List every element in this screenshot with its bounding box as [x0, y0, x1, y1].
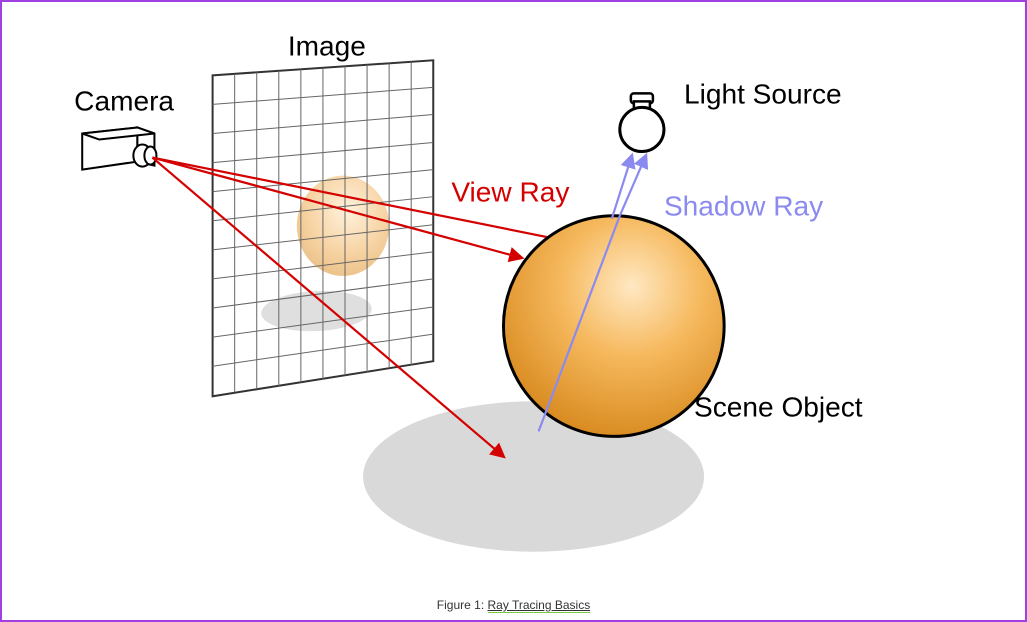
diagram-canvas: Camera Image View Ray Shadow Ray Light S… [12, 12, 1015, 590]
camera-label: Camera [74, 85, 174, 116]
scene-sphere [503, 216, 724, 437]
light-source-icon [620, 93, 664, 151]
image-label: Image [288, 30, 366, 61]
light-source-label: Light Source [684, 78, 842, 109]
caption-link[interactable]: Ray Tracing Basics [488, 598, 591, 613]
scene-object-label: Scene Object [694, 391, 863, 422]
view-ray-label: View Ray [451, 177, 569, 208]
ray-tracing-diagram: Camera Image View Ray Shadow Ray Light S… [12, 12, 1015, 590]
image-plane [213, 60, 434, 396]
figure-caption: Figure 1: Ray Tracing Basics [2, 598, 1025, 612]
caption-prefix: Figure 1: [437, 598, 488, 612]
camera-icon [82, 127, 156, 169]
shadow-ray-label: Shadow Ray [664, 191, 823, 222]
